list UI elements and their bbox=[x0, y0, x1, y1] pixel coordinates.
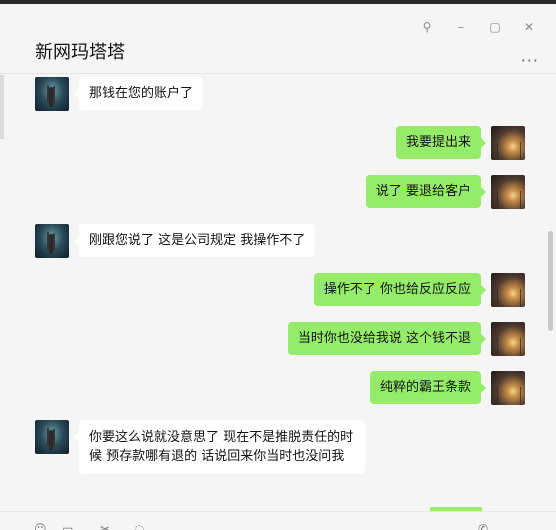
phone-icon[interactable]: ✆ bbox=[478, 522, 488, 530]
message-sent: 说了 要退给客户 bbox=[365, 175, 525, 209]
message-received: 那钱在您的账户了 bbox=[35, 77, 204, 111]
sunset-avatar[interactable] bbox=[491, 322, 525, 356]
message-sent: 当时你也没给我说 这个钱不退 bbox=[287, 322, 525, 356]
chat-title: 新网玛塔塔 bbox=[35, 42, 125, 63]
message-bubble[interactable]: 纯粹的霸王条款 bbox=[369, 371, 487, 404]
message-bubble[interactable]: 操作不了 你也给反应反应 bbox=[313, 273, 487, 306]
scissors-icon[interactable]: ✂ bbox=[100, 522, 110, 530]
message-bubble[interactable]: 说了 要退给客户 bbox=[365, 175, 487, 208]
more-options-icon[interactable]: ··· bbox=[521, 51, 539, 70]
emoji-icon[interactable]: ☺ bbox=[34, 522, 47, 530]
maximize-icon[interactable]: ▢ bbox=[478, 16, 512, 38]
message-sent: 我要提出来 bbox=[395, 126, 525, 160]
title-bar: 新网玛塔塔 ⚲ – ▢ ✕ ··· bbox=[0, 8, 556, 74]
pin-icon[interactable]: ⚲ bbox=[410, 16, 444, 38]
message-received: 你要这么说就没意思了 现在不是推脱责任的时候 预存款哪有退的 话说回来你当时也没… bbox=[35, 420, 365, 474]
sunset-avatar[interactable] bbox=[491, 126, 525, 160]
message-bubble[interactable]: 当时你也没给我说 这个钱不退 bbox=[287, 322, 487, 355]
window-controls: ⚲ – ▢ ✕ bbox=[410, 16, 546, 38]
aurora-avatar[interactable] bbox=[35, 77, 69, 111]
message-bubble[interactable]: 那钱在您的账户了 bbox=[73, 77, 204, 110]
message-bubble[interactable]: 你要这么说就没意思了 现在不是推脱责任的时候 预存款哪有退的 话说回来你当时也没… bbox=[74, 420, 365, 474]
sunset-avatar[interactable] bbox=[491, 273, 525, 307]
folder-icon[interactable]: ▭ bbox=[62, 522, 73, 530]
message-bubble[interactable]: 我要提出来 bbox=[395, 126, 487, 159]
chat-history-icon[interactable]: ◌ bbox=[134, 522, 144, 530]
sunset-avatar[interactable] bbox=[491, 175, 525, 209]
minimize-icon[interactable]: – bbox=[444, 16, 478, 38]
message-received: 刚跟您说了 这是公司规定 我操作不了 bbox=[35, 224, 316, 258]
message-list: 那钱在您的账户了 我要提出来 说了 要退给客户 刚跟您说了 这是公司规定 我操作… bbox=[0, 75, 556, 511]
chat-window: 新网玛塔塔 ⚲ – ▢ ✕ ··· 那钱在您的账户了 我要提出来 说了 要退给客… bbox=[0, 0, 556, 530]
close-icon[interactable]: ✕ bbox=[512, 16, 546, 38]
aurora-avatar[interactable] bbox=[35, 420, 69, 454]
message-sent: 操作不了 你也给反应反应 bbox=[313, 273, 525, 307]
message-sent: 纯粹的霸王条款 bbox=[369, 371, 525, 405]
scrollbar-thumb[interactable] bbox=[548, 231, 553, 331]
aurora-avatar[interactable] bbox=[35, 224, 69, 258]
input-toolbar: ☺ ▭ ✂ ◌ ✆ bbox=[0, 511, 556, 530]
message-bubble[interactable]: 刚跟您说了 这是公司规定 我操作不了 bbox=[73, 224, 316, 257]
sunset-avatar[interactable] bbox=[491, 371, 525, 405]
